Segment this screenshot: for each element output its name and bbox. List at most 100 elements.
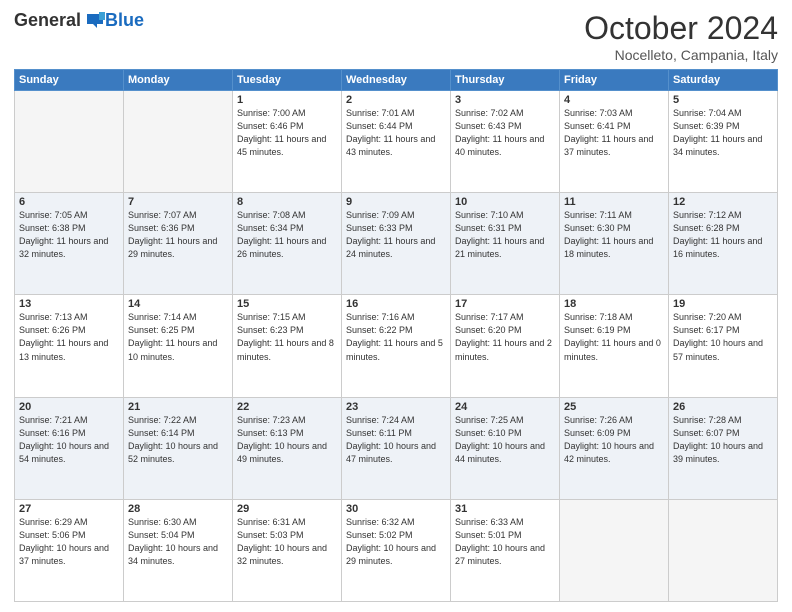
col-sunday: Sunday [15, 70, 124, 91]
day-number: 1 [237, 94, 337, 106]
day-number: 13 [19, 298, 119, 310]
day-info: Sunrise: 7:17 AM Sunset: 6:20 PM Dayligh… [455, 311, 555, 363]
day-info: Sunrise: 7:15 AM Sunset: 6:23 PM Dayligh… [237, 311, 337, 363]
day-number: 25 [564, 401, 664, 413]
day-info: Sunrise: 7:10 AM Sunset: 6:31 PM Dayligh… [455, 209, 555, 261]
day-number: 17 [455, 298, 555, 310]
header: General Blue October 2024 Nocelleto, Cam… [14, 10, 778, 63]
col-tuesday: Tuesday [233, 70, 342, 91]
day-info: Sunrise: 6:32 AM Sunset: 5:02 PM Dayligh… [346, 516, 446, 568]
logo: General Blue [14, 10, 144, 31]
day-number: 7 [128, 196, 228, 208]
calendar-table: Sunday Monday Tuesday Wednesday Thursday… [14, 69, 778, 602]
month-title: October 2024 [584, 10, 778, 47]
day-info: Sunrise: 6:30 AM Sunset: 5:04 PM Dayligh… [128, 516, 228, 568]
day-info: Sunrise: 7:08 AM Sunset: 6:34 PM Dayligh… [237, 209, 337, 261]
title-section: October 2024 Nocelleto, Campania, Italy [584, 10, 778, 63]
day-number: 27 [19, 503, 119, 515]
calendar-cell: 26Sunrise: 7:28 AM Sunset: 6:07 PM Dayli… [669, 397, 778, 499]
day-info: Sunrise: 7:04 AM Sunset: 6:39 PM Dayligh… [673, 107, 773, 159]
day-info: Sunrise: 7:22 AM Sunset: 6:14 PM Dayligh… [128, 414, 228, 466]
logo-general-text: General [14, 10, 81, 31]
day-number: 4 [564, 94, 664, 106]
day-number: 22 [237, 401, 337, 413]
day-info: Sunrise: 7:12 AM Sunset: 6:28 PM Dayligh… [673, 209, 773, 261]
week-row-2: 6Sunrise: 7:05 AM Sunset: 6:38 PM Daylig… [15, 193, 778, 295]
calendar-cell: 5Sunrise: 7:04 AM Sunset: 6:39 PM Daylig… [669, 91, 778, 193]
day-info: Sunrise: 7:14 AM Sunset: 6:25 PM Dayligh… [128, 311, 228, 363]
day-info: Sunrise: 7:21 AM Sunset: 6:16 PM Dayligh… [19, 414, 119, 466]
day-number: 30 [346, 503, 446, 515]
week-row-4: 20Sunrise: 7:21 AM Sunset: 6:16 PM Dayli… [15, 397, 778, 499]
day-info: Sunrise: 7:28 AM Sunset: 6:07 PM Dayligh… [673, 414, 773, 466]
day-number: 3 [455, 94, 555, 106]
calendar-cell: 2Sunrise: 7:01 AM Sunset: 6:44 PM Daylig… [342, 91, 451, 193]
week-row-3: 13Sunrise: 7:13 AM Sunset: 6:26 PM Dayli… [15, 295, 778, 397]
day-number: 19 [673, 298, 773, 310]
day-info: Sunrise: 7:26 AM Sunset: 6:09 PM Dayligh… [564, 414, 664, 466]
location: Nocelleto, Campania, Italy [584, 47, 778, 63]
calendar-cell: 13Sunrise: 7:13 AM Sunset: 6:26 PM Dayli… [15, 295, 124, 397]
calendar-cell: 9Sunrise: 7:09 AM Sunset: 6:33 PM Daylig… [342, 193, 451, 295]
calendar-cell: 20Sunrise: 7:21 AM Sunset: 6:16 PM Dayli… [15, 397, 124, 499]
calendar-cell: 15Sunrise: 7:15 AM Sunset: 6:23 PM Dayli… [233, 295, 342, 397]
day-info: Sunrise: 7:25 AM Sunset: 6:10 PM Dayligh… [455, 414, 555, 466]
day-info: Sunrise: 6:29 AM Sunset: 5:06 PM Dayligh… [19, 516, 119, 568]
col-thursday: Thursday [451, 70, 560, 91]
calendar-cell: 19Sunrise: 7:20 AM Sunset: 6:17 PM Dayli… [669, 295, 778, 397]
day-number: 20 [19, 401, 119, 413]
calendar-cell [560, 499, 669, 601]
logo-blue-text: Blue [105, 10, 144, 31]
day-info: Sunrise: 7:03 AM Sunset: 6:41 PM Dayligh… [564, 107, 664, 159]
day-info: Sunrise: 7:01 AM Sunset: 6:44 PM Dayligh… [346, 107, 446, 159]
calendar-cell: 8Sunrise: 7:08 AM Sunset: 6:34 PM Daylig… [233, 193, 342, 295]
calendar-cell: 7Sunrise: 7:07 AM Sunset: 6:36 PM Daylig… [124, 193, 233, 295]
calendar-cell: 28Sunrise: 6:30 AM Sunset: 5:04 PM Dayli… [124, 499, 233, 601]
calendar-cell: 14Sunrise: 7:14 AM Sunset: 6:25 PM Dayli… [124, 295, 233, 397]
calendar-cell: 11Sunrise: 7:11 AM Sunset: 6:30 PM Dayli… [560, 193, 669, 295]
day-info: Sunrise: 7:05 AM Sunset: 6:38 PM Dayligh… [19, 209, 119, 261]
col-saturday: Saturday [669, 70, 778, 91]
calendar-cell [124, 91, 233, 193]
calendar-cell: 1Sunrise: 7:00 AM Sunset: 6:46 PM Daylig… [233, 91, 342, 193]
day-number: 6 [19, 196, 119, 208]
day-number: 21 [128, 401, 228, 413]
day-number: 31 [455, 503, 555, 515]
calendar-cell [15, 91, 124, 193]
day-number: 24 [455, 401, 555, 413]
day-number: 29 [237, 503, 337, 515]
calendar-cell: 23Sunrise: 7:24 AM Sunset: 6:11 PM Dayli… [342, 397, 451, 499]
day-number: 16 [346, 298, 446, 310]
day-number: 12 [673, 196, 773, 208]
day-info: Sunrise: 7:16 AM Sunset: 6:22 PM Dayligh… [346, 311, 446, 363]
day-info: Sunrise: 7:07 AM Sunset: 6:36 PM Dayligh… [128, 209, 228, 261]
day-info: Sunrise: 7:09 AM Sunset: 6:33 PM Dayligh… [346, 209, 446, 261]
calendar-cell: 31Sunrise: 6:33 AM Sunset: 5:01 PM Dayli… [451, 499, 560, 601]
calendar-cell: 21Sunrise: 7:22 AM Sunset: 6:14 PM Dayli… [124, 397, 233, 499]
day-info: Sunrise: 7:13 AM Sunset: 6:26 PM Dayligh… [19, 311, 119, 363]
day-number: 14 [128, 298, 228, 310]
day-number: 5 [673, 94, 773, 106]
logo-icon [83, 12, 105, 30]
col-wednesday: Wednesday [342, 70, 451, 91]
calendar-cell: 4Sunrise: 7:03 AM Sunset: 6:41 PM Daylig… [560, 91, 669, 193]
calendar-cell: 25Sunrise: 7:26 AM Sunset: 6:09 PM Dayli… [560, 397, 669, 499]
day-number: 18 [564, 298, 664, 310]
day-info: Sunrise: 6:33 AM Sunset: 5:01 PM Dayligh… [455, 516, 555, 568]
week-row-5: 27Sunrise: 6:29 AM Sunset: 5:06 PM Dayli… [15, 499, 778, 601]
calendar-cell: 29Sunrise: 6:31 AM Sunset: 5:03 PM Dayli… [233, 499, 342, 601]
day-info: Sunrise: 7:00 AM Sunset: 6:46 PM Dayligh… [237, 107, 337, 159]
day-number: 28 [128, 503, 228, 515]
day-number: 26 [673, 401, 773, 413]
day-info: Sunrise: 6:31 AM Sunset: 5:03 PM Dayligh… [237, 516, 337, 568]
calendar-cell: 6Sunrise: 7:05 AM Sunset: 6:38 PM Daylig… [15, 193, 124, 295]
day-number: 8 [237, 196, 337, 208]
day-info: Sunrise: 7:18 AM Sunset: 6:19 PM Dayligh… [564, 311, 664, 363]
col-monday: Monday [124, 70, 233, 91]
day-info: Sunrise: 7:24 AM Sunset: 6:11 PM Dayligh… [346, 414, 446, 466]
page: General Blue October 2024 Nocelleto, Cam… [0, 0, 792, 612]
calendar-cell [669, 499, 778, 601]
day-info: Sunrise: 7:11 AM Sunset: 6:30 PM Dayligh… [564, 209, 664, 261]
calendar-cell: 27Sunrise: 6:29 AM Sunset: 5:06 PM Dayli… [15, 499, 124, 601]
calendar-header-row: Sunday Monday Tuesday Wednesday Thursday… [15, 70, 778, 91]
